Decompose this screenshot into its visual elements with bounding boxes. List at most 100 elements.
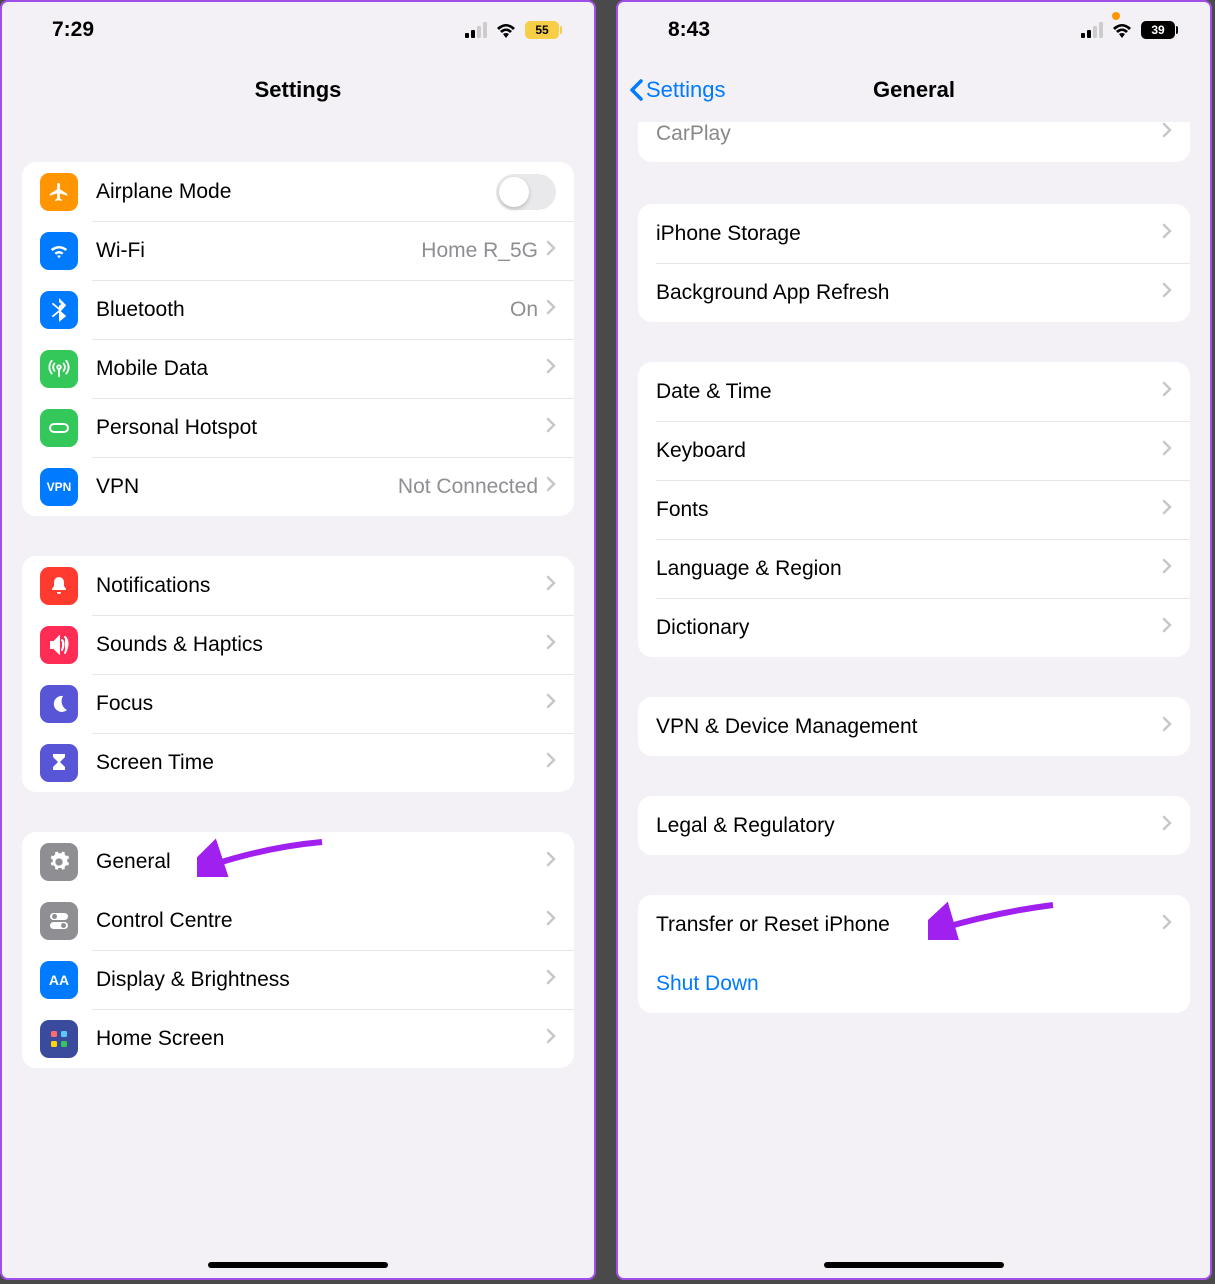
notifications-row[interactable]: Notifications [22,556,574,615]
dictionary-label: Dictionary [656,616,1162,640]
screen-time-label: Screen Time [96,751,546,775]
status-time: 8:43 [668,18,710,42]
home-indicator[interactable] [208,1262,388,1268]
sounds-label: Sounds & Haptics [96,633,546,657]
carplay-label: CarPlay [656,122,1162,146]
chevron-right-icon [1162,122,1172,143]
keyboard-label: Keyboard [656,439,1162,463]
transfer-reset-row[interactable]: Transfer or Reset iPhone [638,895,1190,954]
dictionary-row[interactable]: Dictionary [638,598,1190,657]
shutdown-label: Shut Down [656,972,1172,996]
status-icons: 39 [1081,21,1175,39]
battery-icon: 39 [1141,21,1175,39]
carplay-row[interactable]: CarPlay [638,122,1190,162]
chevron-right-icon [546,851,556,872]
airplane-toggle[interactable] [496,174,556,210]
storage-row[interactable]: iPhone Storage [638,204,1190,263]
mobile-data-row[interactable]: Mobile Data [22,339,574,398]
signal-icon [1081,22,1103,38]
status-time: 7:29 [52,18,94,42]
page-title: General [873,77,955,103]
home-indicator[interactable] [824,1262,1004,1268]
partial-group: CarPlay [638,122,1190,162]
hotspot-label: Personal Hotspot [96,416,546,440]
status-icons: 55 [465,21,559,39]
chevron-right-icon [546,575,556,596]
storage-group: iPhone Storage Background App Refresh [638,204,1190,322]
chevron-right-icon [546,299,556,320]
vpn-icon: VPN [40,468,78,506]
nav-header: Settings General [618,57,1210,122]
bluetooth-value: On [510,298,538,322]
chevron-right-icon [1162,223,1172,244]
status-bar: 7:29 55 [2,2,594,57]
locale-group: Date & Time Keyboard Fonts Language & Re… [638,362,1190,657]
page-title: Settings [255,77,342,103]
nav-header: Settings [2,57,594,122]
legal-label: Legal & Regulatory [656,814,1162,838]
chevron-right-icon [1162,282,1172,303]
wifi-icon [1111,22,1133,38]
display-row[interactable]: AA Display & Brightness [22,950,574,1009]
hotspot-icon [40,409,78,447]
wifi-row[interactable]: Wi-Fi Home R_5G [22,221,574,280]
status-bar: 8:43 39 [618,2,1210,57]
chevron-right-icon [1162,499,1172,520]
focus-row[interactable]: Focus [22,674,574,733]
vpn-mgmt-row[interactable]: VPN & Device Management [638,697,1190,756]
vpn-row[interactable]: VPN VPN Not Connected [22,457,574,516]
chevron-right-icon [546,634,556,655]
settings-screen: 7:29 55 Settings Airplane Mode Wi-Fi Hom… [0,0,596,1280]
shutdown-row[interactable]: Shut Down [638,954,1190,1013]
chevron-right-icon [546,752,556,773]
connectivity-group: Airplane Mode Wi-Fi Home R_5G Bluetooth … [22,162,574,516]
language-label: Language & Region [656,557,1162,581]
legal-group: Legal & Regulatory [638,796,1190,855]
chevron-right-icon [546,240,556,261]
wifi-icon [495,22,517,38]
airplane-icon [40,173,78,211]
chevron-right-icon [546,417,556,438]
back-label: Settings [646,77,726,103]
bluetooth-row[interactable]: Bluetooth On [22,280,574,339]
airplane-label: Airplane Mode [96,180,496,204]
gear-icon [40,843,78,881]
screen-time-row[interactable]: Screen Time [22,733,574,792]
datetime-row[interactable]: Date & Time [638,362,1190,421]
hotspot-row[interactable]: Personal Hotspot [22,398,574,457]
notifications-group: Notifications Sounds & Haptics Focus Scr… [22,556,574,792]
wifi-settings-icon [40,232,78,270]
fonts-label: Fonts [656,498,1162,522]
home-screen-label: Home Screen [96,1027,546,1051]
back-button[interactable]: Settings [628,77,726,103]
toggles-icon [40,902,78,940]
airplane-mode-row[interactable]: Airplane Mode [22,162,574,221]
speaker-icon [40,626,78,664]
bluetooth-icon [40,291,78,329]
vpn-mgmt-group: VPN & Device Management [638,697,1190,756]
keyboard-row[interactable]: Keyboard [638,421,1190,480]
signal-icon [465,22,487,38]
chevron-right-icon [546,476,556,497]
sounds-row[interactable]: Sounds & Haptics [22,615,574,674]
legal-row[interactable]: Legal & Regulatory [638,796,1190,855]
bg-refresh-row[interactable]: Background App Refresh [638,263,1190,322]
chevron-right-icon [546,358,556,379]
control-centre-row[interactable]: Control Centre [22,891,574,950]
text-size-icon: AA [40,961,78,999]
chevron-right-icon [1162,617,1172,638]
vpn-mgmt-label: VPN & Device Management [656,715,1162,739]
chevron-right-icon [1162,558,1172,579]
chevron-right-icon [1162,440,1172,461]
language-row[interactable]: Language & Region [638,539,1190,598]
fonts-row[interactable]: Fonts [638,480,1190,539]
settings-list: Airplane Mode Wi-Fi Home R_5G Bluetooth … [2,122,594,1068]
datetime-label: Date & Time [656,380,1162,404]
transfer-reset-label: Transfer or Reset iPhone [656,913,1162,937]
wifi-value: Home R_5G [421,239,538,263]
notifications-label: Notifications [96,574,546,598]
general-row[interactable]: General [22,832,574,891]
home-screen-row[interactable]: Home Screen [22,1009,574,1068]
general-list: CarPlay iPhone Storage Background App Re… [618,122,1210,1013]
chevron-right-icon [546,1028,556,1049]
